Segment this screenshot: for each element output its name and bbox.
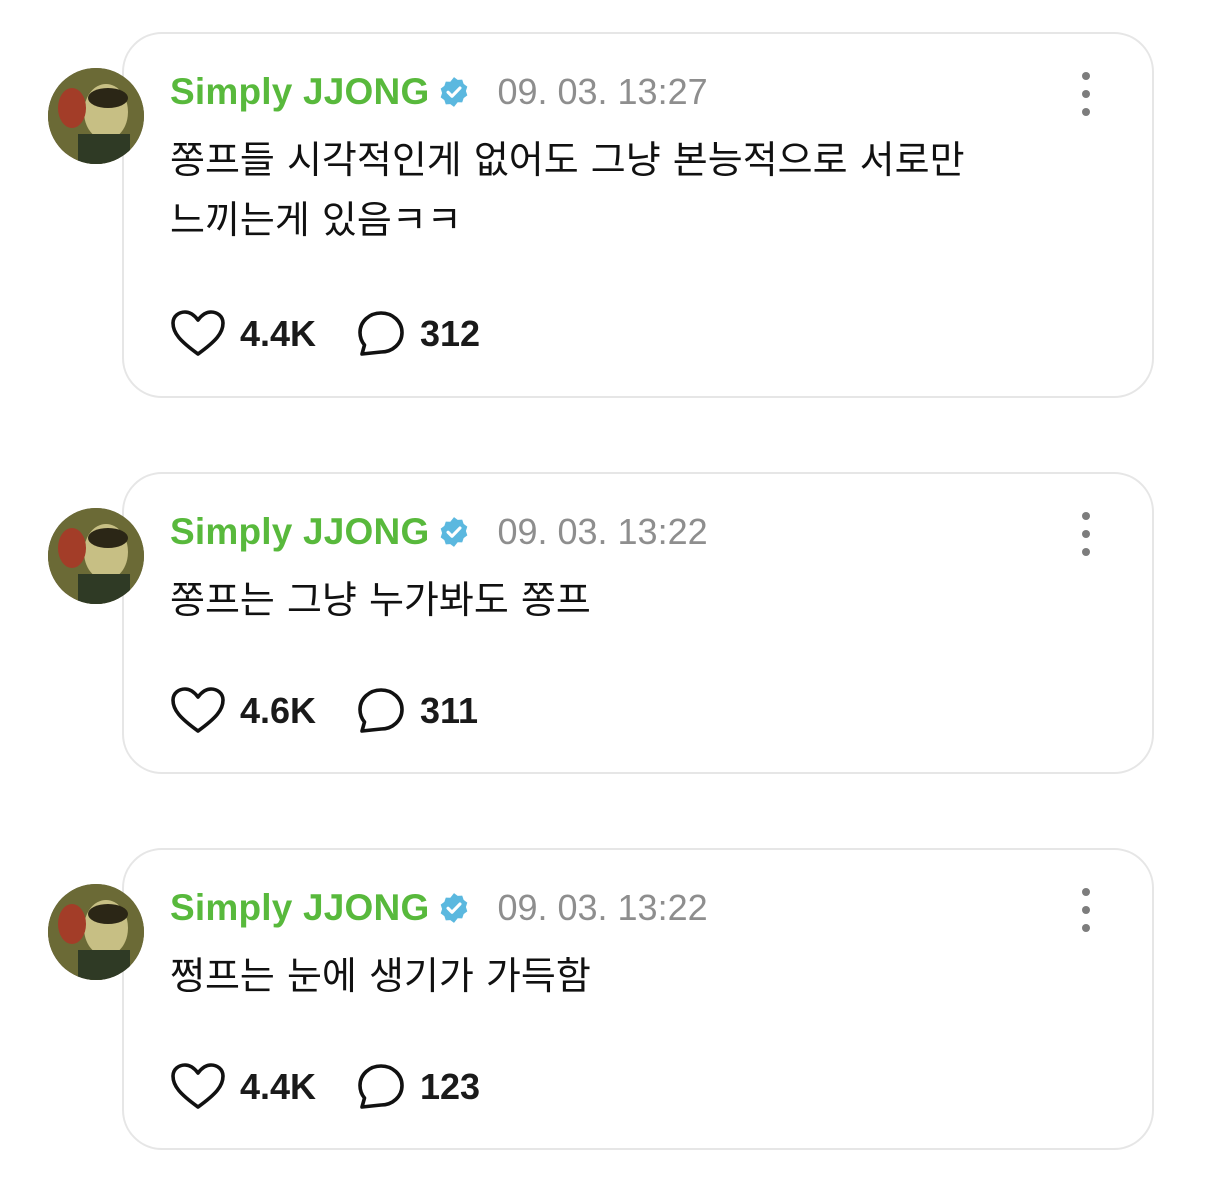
- comment-count: 123: [420, 1066, 481, 1107]
- comment-count: 312: [420, 313, 481, 354]
- like-count: 4.4K: [240, 313, 317, 354]
- comment-bubble-icon: [358, 311, 404, 356]
- like-button[interactable]: 4.4K: [170, 1062, 356, 1112]
- username[interactable]: Simply JJONG: [170, 71, 429, 113]
- heart-icon: [171, 1063, 225, 1109]
- more-options-icon[interactable]: [1072, 512, 1100, 556]
- post-header: Simply JJONG 09. 03. 13:22: [170, 884, 708, 932]
- post-text: 쫑프는 그냥 누가봐도 쫑프: [170, 578, 591, 622]
- like-button[interactable]: 4.6K: [170, 686, 356, 736]
- avatar-image: [48, 884, 144, 980]
- username[interactable]: Simply JJONG: [170, 511, 429, 553]
- post-header: Simply JJONG 09. 03. 13:22: [170, 508, 708, 556]
- post-actions: 4.4K 123: [170, 1062, 480, 1112]
- post-actions: 4.4K 312: [170, 309, 480, 359]
- comment-button[interactable]: 312: [356, 309, 480, 359]
- comment-button[interactable]: 311: [356, 686, 478, 736]
- avatar-image: [48, 68, 144, 164]
- like-count: 4.4K: [240, 1066, 317, 1107]
- avatar[interactable]: [48, 508, 144, 604]
- verified-badge-icon: [441, 893, 468, 923]
- username[interactable]: Simply JJONG: [170, 887, 429, 929]
- post-actions: 4.6K 311: [170, 686, 478, 736]
- timestamp: 09. 03. 13:22: [497, 887, 708, 928]
- post-text: 쫑프들 시각적인게 없어도 그냥 본능적으로 서로만 느끼는게 있음ㅋㅋ: [170, 138, 965, 242]
- like-button[interactable]: 4.4K: [170, 309, 356, 359]
- comment-count: 311: [420, 690, 479, 731]
- more-options-icon[interactable]: [1072, 72, 1100, 116]
- heart-icon: [171, 687, 225, 733]
- post-header: Simply JJONG 09. 03. 13:27: [170, 68, 708, 116]
- avatar-image: [48, 508, 144, 604]
- timestamp: 09. 03. 13:22: [497, 511, 708, 552]
- comment-button[interactable]: 123: [356, 1062, 480, 1112]
- like-count: 4.6K: [240, 690, 317, 731]
- avatar[interactable]: [48, 68, 144, 164]
- comment-bubble-icon: [358, 1064, 404, 1109]
- post-text: 쩡프는 눈에 생기가 가득함: [170, 954, 591, 998]
- comment-bubble-icon: [358, 688, 404, 733]
- avatar[interactable]: [48, 884, 144, 980]
- more-options-icon[interactable]: [1072, 888, 1100, 932]
- timestamp: 09. 03. 13:27: [497, 71, 708, 112]
- verified-badge-icon: [441, 517, 468, 547]
- heart-icon: [171, 310, 225, 356]
- verified-badge-icon: [441, 77, 468, 107]
